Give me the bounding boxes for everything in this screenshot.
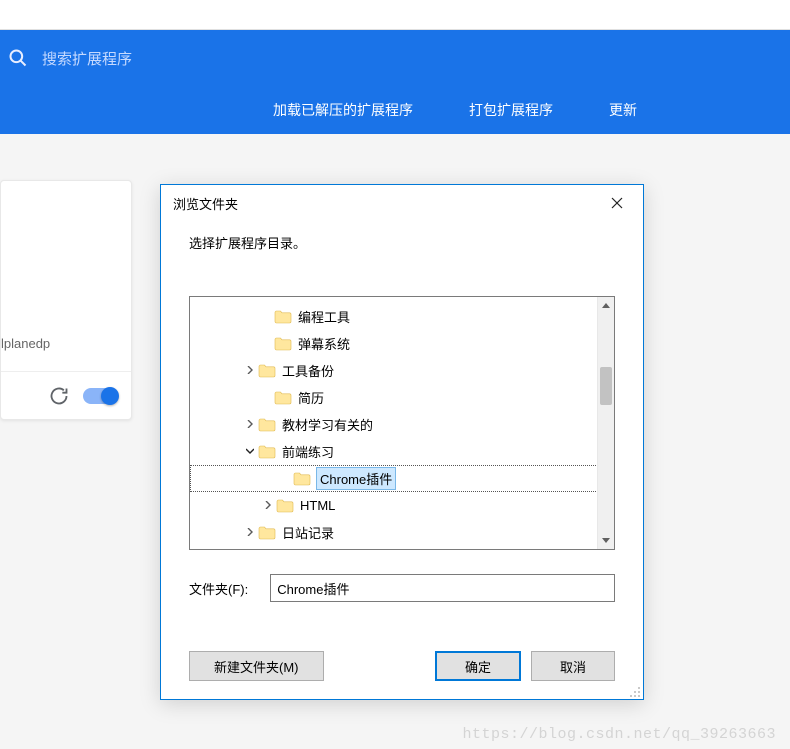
- tree-item-label: 前端练习: [282, 442, 334, 461]
- tree-item[interactable]: 工具备份: [190, 357, 614, 384]
- tree-item-label: 简历: [298, 388, 324, 407]
- pack-extension-button[interactable]: 打包扩展程序: [469, 100, 553, 120]
- close-button[interactable]: [595, 188, 639, 218]
- scroll-up-arrow[interactable]: [598, 297, 614, 314]
- folder-tree: 编程工具弹幕系统工具备份简历教材学习有关的前端练习 Chrome插件 HTML 日站记…: [189, 296, 615, 550]
- search-icon: [8, 48, 28, 68]
- tree-item[interactable]: 下载的文件: [190, 546, 614, 550]
- reload-icon[interactable]: [49, 386, 69, 406]
- chevron-right-icon[interactable]: [260, 500, 276, 512]
- dialog-title: 浏览文件夹: [173, 194, 238, 213]
- tree-item-label: Chrome插件: [317, 468, 395, 489]
- tree-item[interactable]: 编程工具: [190, 303, 614, 330]
- tree-item-label: 教材学习有关的: [282, 415, 373, 434]
- extension-toggle[interactable]: [83, 388, 117, 404]
- new-folder-button[interactable]: 新建文件夹(M): [189, 651, 324, 681]
- tree-item[interactable]: 教材学习有关的: [190, 411, 614, 438]
- tree-item-label: HTML: [300, 498, 335, 513]
- dialog-header: 浏览文件夹: [161, 185, 643, 221]
- tree-item[interactable]: 日站记录: [190, 519, 614, 546]
- chevron-right-icon[interactable]: [242, 527, 258, 539]
- resize-grip[interactable]: [629, 685, 641, 697]
- tree-item-label: 日站记录: [282, 523, 334, 542]
- browser-top-bar: [0, 0, 790, 30]
- cancel-button[interactable]: 取消: [531, 651, 615, 681]
- folder-name-input[interactable]: [270, 574, 615, 602]
- load-unpacked-button[interactable]: 加载已解压的扩展程序: [273, 100, 413, 120]
- chevron-right-icon[interactable]: [242, 419, 258, 431]
- toolbar: 加载已解压的扩展程序 打包扩展程序 更新: [0, 86, 790, 134]
- tree-item-label: 工具备份: [282, 361, 334, 380]
- ok-button[interactable]: 确定: [435, 651, 521, 681]
- chevron-down-icon[interactable]: [242, 446, 258, 458]
- extension-id-fragment: lplanedp: [1, 336, 50, 351]
- tree-item-label: 编程工具: [298, 307, 350, 326]
- scroll-down-arrow[interactable]: [598, 532, 614, 549]
- tree-item-label: 弹幕系统: [298, 334, 350, 353]
- update-button[interactable]: 更新: [609, 100, 637, 120]
- dialog-prompt: 选择扩展程序目录。: [189, 233, 615, 252]
- vertical-scrollbar[interactable]: [597, 297, 614, 549]
- folder-name-label: 文件夹(F):: [189, 579, 248, 598]
- extension-card: lplanedp: [0, 180, 132, 420]
- tree-item[interactable]: HTML: [190, 492, 614, 519]
- browse-folder-dialog: 浏览文件夹 选择扩展程序目录。 编程工具弹幕系统工具备份简历教材学习有关的前端练…: [160, 184, 644, 700]
- chevron-right-icon[interactable]: [242, 365, 258, 377]
- search-bar[interactable]: 搜索扩展程序: [0, 30, 790, 86]
- tree-item[interactable]: 弹幕系统: [190, 330, 614, 357]
- tree-item[interactable]: Chrome插件: [190, 465, 614, 492]
- search-placeholder: 搜索扩展程序: [42, 48, 132, 69]
- scroll-thumb[interactable]: [600, 367, 612, 405]
- tree-item[interactable]: 简历: [190, 384, 614, 411]
- tree-item[interactable]: 前端练习: [190, 438, 614, 465]
- watermark: https://blog.csdn.net/qq_39263663: [462, 726, 776, 743]
